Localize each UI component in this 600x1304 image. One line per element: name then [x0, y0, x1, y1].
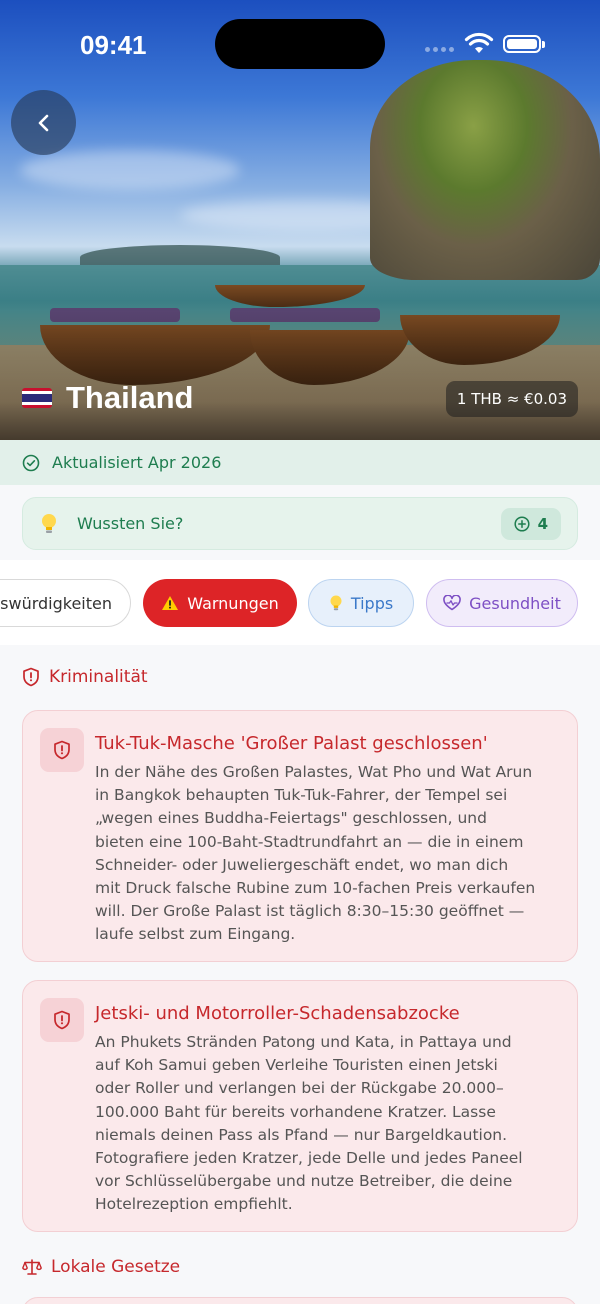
country-title: Thailand — [66, 380, 194, 415]
check-circle-icon — [22, 454, 40, 471]
shield-alert-icon — [54, 740, 70, 760]
tab-warnings-label: Warnungen — [187, 593, 279, 613]
card-body: An Phukets Stränden Patong und Kata, in … — [95, 1031, 565, 1217]
tab-tips[interactable]: Tipps — [308, 579, 414, 627]
did-you-know-count: 4 — [537, 514, 548, 533]
heart-pulse-icon — [443, 595, 461, 611]
tab-tips-label: Tipps — [350, 593, 394, 613]
limestone-cliff — [370, 60, 600, 280]
card-icon-box — [40, 998, 84, 1042]
thailand-flag-icon — [22, 388, 52, 408]
card-body-line: vor Schlüsselübergabe und nutze Betreibe… — [95, 1172, 513, 1191]
card-title: Jetski- und Motorroller-Schadensabzocke — [95, 1003, 460, 1024]
tab-health[interactable]: Gesundheit — [426, 579, 578, 627]
card-body-line: In der Nähe des Großen Palastes, Wat Pho… — [95, 763, 533, 781]
chevron-left-icon — [38, 114, 48, 131]
updated-banner: Aktualisiert Apr 2026 — [0, 440, 600, 485]
card-body-line: oder Roller und verlangen bei der Rückga… — [95, 1079, 504, 1098]
card-title: Tuk-Tuk-Masche 'Großer Palast geschlosse… — [95, 733, 488, 754]
card-body-line: „wegen eines Buddha-Feiertags" geschloss… — [95, 809, 487, 828]
status-time: 09:41 — [80, 30, 147, 60]
card-body-line: mit Druck falsche Rubine zum 10-fachen P… — [95, 879, 536, 898]
battery-icon — [503, 35, 545, 53]
card-body-line: An Phukets Stränden Patong und Kata, in … — [95, 1033, 512, 1051]
shield-alert-icon — [23, 667, 39, 687]
did-you-know-label: Wussten Sie? — [77, 514, 184, 533]
section-laws-title: Lokale Gesetze — [51, 1257, 181, 1277]
card-body-line: will. Der Große Palast ist täglich 8:30–… — [95, 902, 525, 921]
hero-title-row: Thailand — [22, 380, 193, 416]
tab-sights[interactable]: swürdigkeiten — [0, 579, 131, 627]
plus-circle-icon — [514, 515, 530, 532]
cloud — [20, 150, 240, 190]
wifi-icon — [464, 32, 494, 53]
card-body-line: auf Koh Samui geben Verleihe Touristen e… — [95, 1056, 498, 1075]
card-body-line: niemals deinen Pass als Pfand — nur Barg… — [95, 1125, 508, 1144]
tab-sights-label: swürdigkeiten — [0, 593, 112, 613]
section-crime-header: Kriminalität — [22, 667, 148, 687]
scales-icon — [22, 1259, 42, 1275]
warning-icon — [162, 596, 179, 610]
currency-rate: 1 THB ≈ €0.03 — [445, 381, 578, 417]
dynamic-island — [215, 19, 385, 69]
lightbulb-icon — [330, 595, 342, 611]
warning-card[interactable]: Jetski- und Motorroller-Schadensabzocke … — [22, 980, 578, 1232]
card-body-line: Schneider- oder Juweliergeschäft endet, … — [95, 855, 509, 874]
hero-gradient — [0, 310, 600, 440]
card-body-line: Hotelrezeption empfiehlt. — [95, 1195, 293, 1214]
shield-alert-icon — [54, 1010, 70, 1030]
card-body-line: bieten eine 100-Baht-Stadtrundfahrt an —… — [95, 832, 524, 851]
card-body-line: 100.000 Baht für bereits vorhandene Krat… — [95, 1102, 496, 1121]
status-bar: 09:41 — [0, 0, 600, 90]
category-tabs: swürdigkeiten Warnungen Tipps Gesundheit — [0, 560, 600, 645]
back-button[interactable] — [11, 90, 76, 155]
card-body-line: Fotografiere jeden Kratzer, jede Delle u… — [95, 1149, 523, 1168]
lightbulb-icon — [42, 513, 56, 533]
updated-label: Aktualisiert Apr 2026 — [52, 453, 222, 472]
warning-card[interactable]: Tuk-Tuk-Masche 'Großer Palast geschlosse… — [22, 710, 578, 962]
tab-warnings[interactable]: Warnungen — [143, 579, 297, 627]
cellular-signal-icon — [425, 47, 457, 53]
card-body-line: in Bangkok behaupten Tuk-Tuk-Fahrer, der… — [95, 786, 508, 805]
card-icon-box — [40, 728, 84, 772]
card-body-line: laufe selbst zum Eingang. — [95, 925, 296, 944]
tab-health-label: Gesundheit — [469, 593, 561, 613]
law-card[interactable] — [22, 1297, 578, 1304]
section-crime-title: Kriminalität — [49, 667, 148, 687]
did-you-know-card[interactable]: Wussten Sie? 4 — [22, 497, 578, 550]
section-laws-header: Lokale Gesetze — [22, 1257, 180, 1277]
did-you-know-count-badge[interactable]: 4 — [500, 507, 561, 540]
card-body: In der Nähe des Großen Palastes, Wat Pho… — [95, 761, 565, 947]
